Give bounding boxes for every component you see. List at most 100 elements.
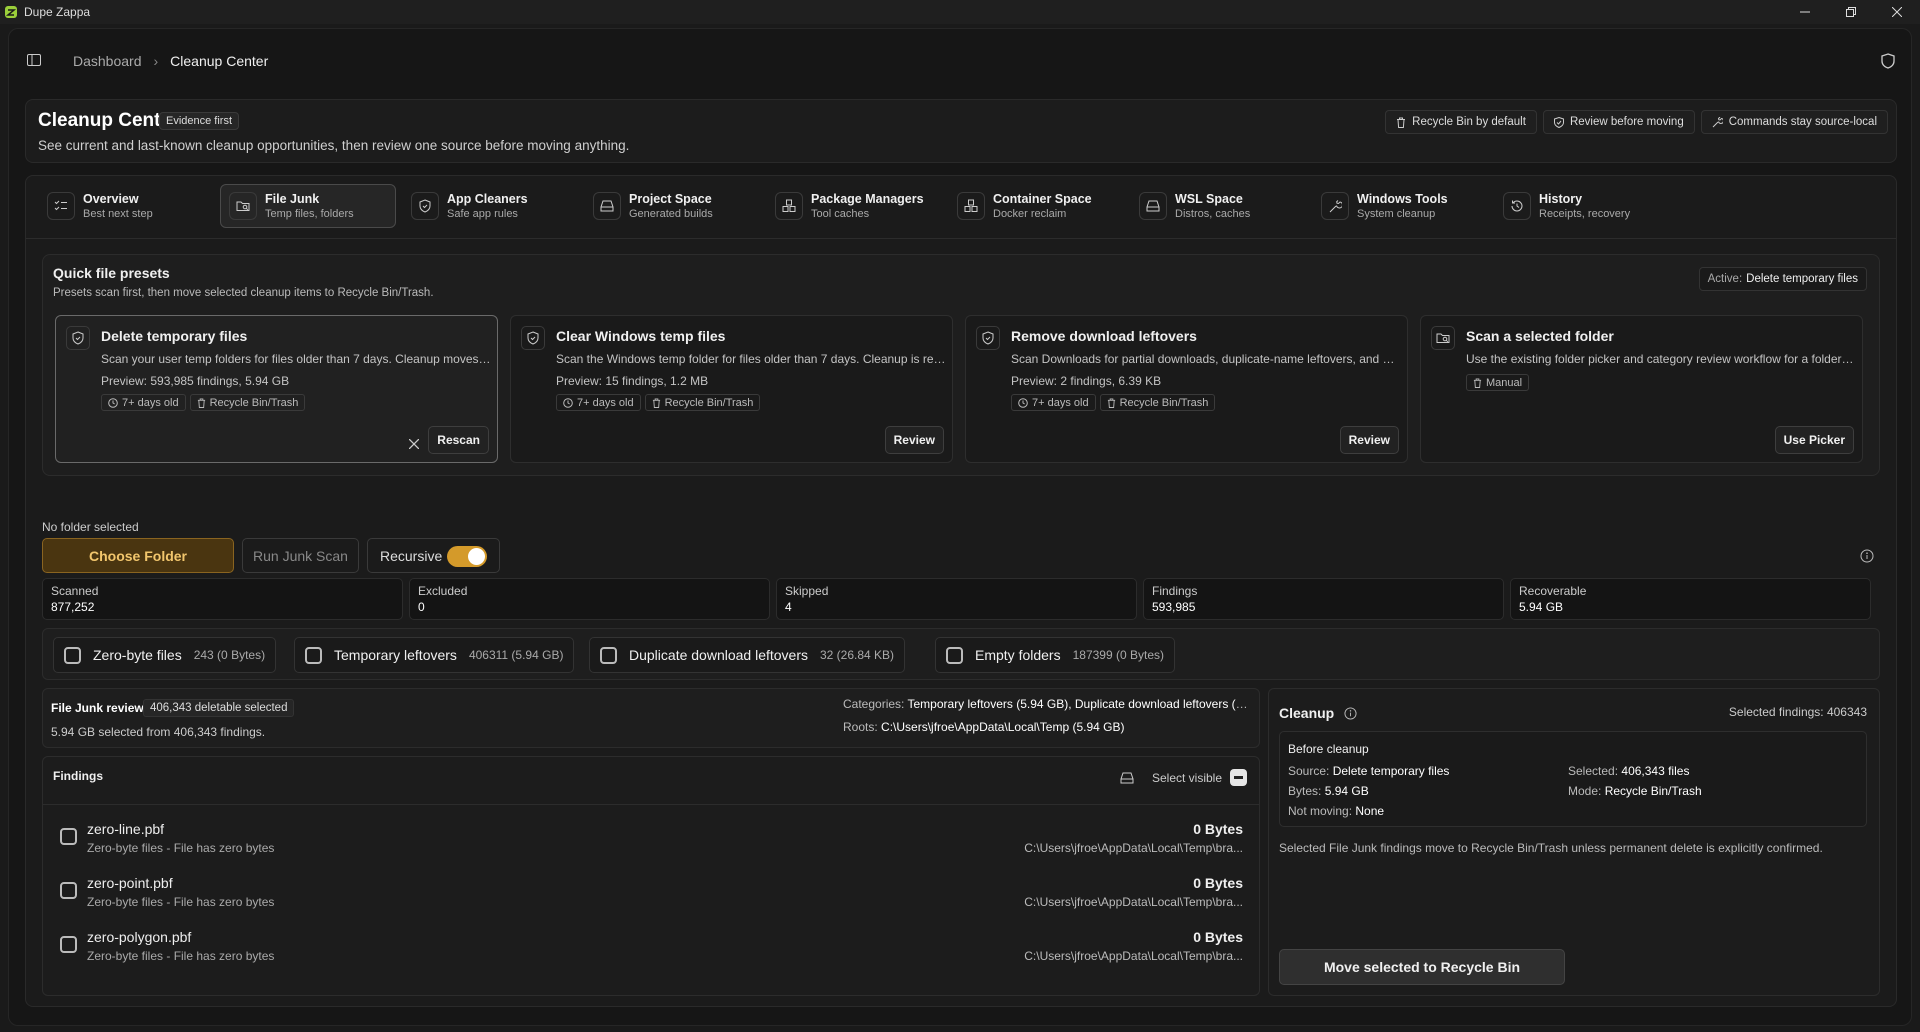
- select-visible-control[interactable]: Select visible: [1120, 769, 1247, 786]
- scan-stats: Scanned 877,252 Excluded 0 Skipped 4 Findin…: [42, 578, 1871, 620]
- preset-desc: Use the existing folder picker and categ…: [1466, 352, 1856, 366]
- shield-icon: [976, 326, 1000, 350]
- tab-history[interactable]: History Receipts, recovery: [1494, 184, 1676, 228]
- review-button[interactable]: Review: [884, 426, 944, 454]
- checkbox[interactable]: [600, 646, 617, 664]
- select-visible-checkbox[interactable]: [1230, 769, 1247, 786]
- move-to-recycle-bin-button[interactable]: Move selected to Recycle Bin: [1279, 949, 1565, 985]
- review-button[interactable]: Review: [1339, 426, 1399, 454]
- tab-bar: Overview Best next step File Junk Temp fil…: [38, 184, 1676, 228]
- checkbox[interactable]: [64, 646, 81, 664]
- page-header: Cleanup Center Evidence first See curren…: [25, 99, 1897, 163]
- tab-desc: Temp files, folders: [265, 208, 354, 220]
- tab-app-cleaners[interactable]: App Cleaners Safe app rules: [402, 184, 584, 228]
- toggle-knob: [468, 548, 485, 565]
- preset-preview: Preview: 593,985 findings, 5.94 GB: [101, 374, 290, 388]
- stat-value: 4: [785, 600, 792, 614]
- tag-label: 7+ days old: [122, 396, 179, 409]
- preset-card-selected-folder[interactable]: Scan a selected folder Use the existing …: [1420, 315, 1863, 463]
- review-title: File Junk review: [51, 701, 144, 715]
- category-temporary-leftovers[interactable]: Temporary leftovers 406311 (5.94 GB): [294, 637, 575, 673]
- categories-label: Categories:: [843, 697, 905, 711]
- tab-label: Windows Tools: [1357, 192, 1448, 206]
- tag-label: 7+ days old: [1032, 396, 1089, 409]
- sidebar-toggle-icon: [27, 54, 41, 66]
- category-count: 406311 (5.94 GB): [468, 648, 564, 662]
- preset-card-delete-temp[interactable]: Delete temporary files Scan your user te…: [55, 315, 498, 463]
- preset-card-windows-temp[interactable]: Clear Windows temp files Scan the Window…: [510, 315, 953, 463]
- tab-container-space[interactable]: Container Space Docker reclaim: [948, 184, 1130, 228]
- security-button[interactable]: [1881, 53, 1895, 69]
- tab-file-junk[interactable]: File Junk Temp files, folders: [220, 184, 396, 228]
- finding-row[interactable]: zero-point.pbf Zero-byte files - File ha…: [43, 865, 1259, 909]
- chip-label: Review before moving: [1569, 116, 1684, 128]
- finding-row[interactable]: zero-line.pbf Zero-byte files - File has…: [43, 811, 1259, 855]
- stat-excluded: Excluded 0: [409, 578, 770, 620]
- not-moving-line: Not moving: None: [1288, 804, 1384, 818]
- preset-card-download-leftovers[interactable]: Remove download leftovers Scan Downloads…: [965, 315, 1408, 463]
- selected-line: Selected: 406,343 files: [1568, 764, 1689, 778]
- tab-package-managers[interactable]: Package Managers Tool caches: [766, 184, 948, 228]
- stat-value: 0: [418, 600, 425, 614]
- preset-title: Delete temporary files: [101, 328, 248, 344]
- category-zero-byte[interactable]: Zero-byte files 243 (0 Bytes): [53, 637, 277, 673]
- tab-desc: Tool caches: [811, 208, 870, 220]
- tab-overview[interactable]: Overview Best next step: [38, 184, 220, 228]
- close-button[interactable]: [1874, 0, 1920, 24]
- finding-checkbox[interactable]: [60, 828, 77, 845]
- review-categories: Categories: Temporary leftovers (5.94 GB…: [843, 697, 1253, 711]
- finding-checkbox[interactable]: [60, 936, 77, 953]
- shield-icon: [1881, 53, 1895, 69]
- category-empty-folders[interactable]: Empty folders 187399 (0 Bytes): [935, 637, 1175, 673]
- page-title: Cleanup Center: [38, 110, 179, 131]
- chevron-right-icon: ›: [153, 53, 159, 69]
- categories-value: Temporary leftovers (5.94 GB), Duplicate…: [907, 697, 1254, 711]
- tab-label: WSL Space: [1175, 192, 1243, 206]
- finding-path: C:\Users\jfroe\AppData\Local\Temp\bra...: [1024, 949, 1243, 963]
- finding-row[interactable]: zero-polygon.pbf Zero-byte files - File …: [43, 919, 1259, 963]
- minimize-button[interactable]: [1782, 0, 1828, 24]
- run-junk-scan-button[interactable]: Run Junk Scan: [242, 538, 359, 573]
- source-line: Source: Delete temporary files: [1288, 764, 1449, 778]
- info-icon[interactable]: [1860, 549, 1874, 563]
- file-junk-review: File Junk review 406,343 deletable selec…: [42, 688, 1260, 748]
- choose-folder-button[interactable]: Choose Folder: [42, 538, 234, 573]
- category-filters: Zero-byte files 243 (0 Bytes) Temporary l…: [42, 628, 1880, 680]
- tab-wsl-space[interactable]: WSL Space Distros, caches: [1130, 184, 1312, 228]
- tab-project-space[interactable]: Project Space Generated builds: [584, 184, 766, 228]
- sidebar-toggle-button[interactable]: [27, 53, 41, 67]
- stat-label: Findings: [1152, 584, 1198, 598]
- shield-icon: [521, 326, 545, 350]
- findings-title: Findings: [53, 769, 103, 783]
- tab-windows-tools[interactable]: Windows Tools System cleanup: [1312, 184, 1494, 228]
- stat-findings: Findings 593,985: [1143, 578, 1504, 620]
- tab-label: File Junk: [265, 192, 320, 206]
- info-icon[interactable]: [1344, 706, 1357, 720]
- category-count: 243 (0 Bytes): [193, 648, 266, 662]
- category-duplicate-downloads[interactable]: Duplicate download leftovers 32 (26.84 KB…: [589, 637, 906, 673]
- finding-size: 0 Bytes: [1193, 821, 1243, 837]
- clear-preset-button[interactable]: [409, 439, 419, 449]
- recursive-toggle[interactable]: [447, 546, 487, 567]
- mode-label: Mode:: [1568, 784, 1602, 798]
- close-icon: [409, 439, 419, 449]
- finding-checkbox[interactable]: [60, 882, 77, 899]
- recursive-toggle-group: Recursive: [367, 538, 500, 573]
- tab-label: Container Space: [993, 192, 1092, 206]
- category-name: Temporary leftovers: [334, 647, 457, 663]
- restore-button[interactable]: [1828, 0, 1874, 24]
- preset-desc: Scan the Windows temp folder for files o…: [556, 352, 946, 366]
- checkbox[interactable]: [305, 646, 322, 664]
- rescan-button[interactable]: Rescan: [428, 426, 489, 454]
- tag-destination: Recycle Bin/Trash: [644, 394, 761, 411]
- tab-desc: Safe app rules: [447, 208, 518, 220]
- cleanup-title-row: Cleanup: [1279, 705, 1357, 721]
- breadcrumb-dashboard[interactable]: Dashboard: [73, 53, 142, 69]
- tag-age: 7+ days old: [101, 394, 186, 411]
- use-picker-button[interactable]: Use Picker: [1774, 426, 1854, 454]
- clock-icon: [108, 397, 118, 408]
- active-label: Active:: [1707, 273, 1743, 285]
- tab-desc: Generated builds: [629, 208, 713, 220]
- finding-category: Zero-byte files - File has zero bytes: [87, 841, 275, 855]
- checkbox[interactable]: [946, 646, 963, 664]
